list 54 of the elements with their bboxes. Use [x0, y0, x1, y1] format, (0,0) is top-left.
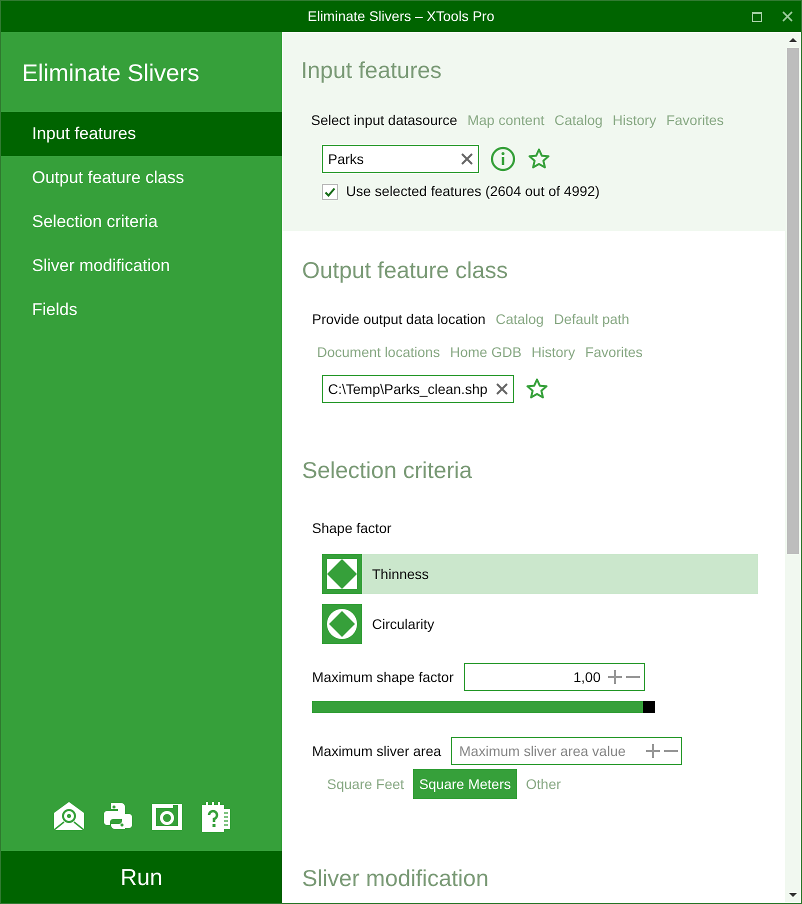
python-icon[interactable]	[102, 801, 132, 831]
star-icon[interactable]	[524, 377, 549, 401]
slider-thumb[interactable]	[643, 701, 655, 713]
clear-icon[interactable]	[461, 153, 473, 165]
sidebar-item[interactable]: Input features	[1, 112, 282, 156]
unit-option[interactable]: Other	[520, 769, 567, 799]
sidebar-item[interactable]: Selection criteria	[1, 200, 282, 244]
link[interactable]: Favorites	[580, 342, 648, 363]
link[interactable]: Favorites	[661, 110, 729, 131]
shape-option[interactable]: Circularity	[322, 604, 758, 644]
scrollbar[interactable]	[785, 32, 801, 903]
number-field[interactable]: 1,00	[464, 663, 645, 691]
field-label: Provide output data location	[312, 310, 487, 329]
section-heading: Input features	[301, 59, 443, 82]
email-icon[interactable]	[52, 801, 84, 831]
help-notebook-icon[interactable]	[200, 801, 230, 833]
link[interactable]: History	[526, 342, 580, 363]
checkbox[interactable]	[322, 184, 338, 200]
camera-icon[interactable]	[150, 801, 182, 831]
maximize-icon[interactable]	[752, 12, 762, 22]
sidebar-title: Eliminate Slivers	[21, 59, 200, 89]
run-button[interactable]: Run	[1, 851, 282, 903]
link[interactable]: Catalog	[549, 110, 608, 131]
info-icon[interactable]	[490, 146, 516, 172]
sidebar-item[interactable]: Sliver modification	[1, 244, 282, 288]
scroll-thumb[interactable]	[787, 48, 799, 554]
link[interactable]: History	[608, 110, 662, 131]
link[interactable]: Catalog	[490, 309, 549, 330]
link[interactable]: Document locations	[312, 342, 445, 363]
link[interactable]: Home GDB	[444, 342, 527, 363]
output-path-field[interactable]: C:\Temp\Parks_clean.shp	[322, 375, 514, 403]
sidebar-item[interactable]: Fields	[1, 288, 282, 332]
field-label: Shape factor	[311, 519, 392, 538]
sidebar-item[interactable]: Output feature class	[1, 156, 282, 200]
section-heading: Output feature class	[302, 259, 509, 282]
area-field[interactable]: Maximum sliver area value	[451, 737, 682, 765]
link[interactable]: Map content	[462, 110, 550, 131]
link[interactable]: Default path	[548, 309, 634, 330]
section-heading: Selection criteria	[302, 459, 474, 482]
star-icon[interactable]	[527, 147, 551, 171]
field-label: Maximum sliver area	[312, 742, 442, 760]
field-label: Select input datasource	[311, 111, 458, 130]
unit-option[interactable]: Square Meters	[413, 769, 517, 799]
section-heading: Sliver modification	[302, 867, 490, 890]
checkbox-label: Use selected features (2604 out of 4992)	[346, 182, 600, 201]
input-field[interactable]: Parks	[322, 145, 479, 173]
plus-icon[interactable]	[646, 744, 660, 758]
field-label: Maximum shape factor	[312, 668, 454, 687]
unit-option[interactable]: Square Feet	[321, 769, 410, 799]
close-icon[interactable]	[782, 11, 793, 22]
plus-icon[interactable]	[608, 670, 622, 684]
window-title: Eliminate Slivers – XTools Pro	[308, 7, 494, 26]
clear-icon[interactable]	[496, 383, 508, 395]
shape-option[interactable]: Thinness	[322, 554, 758, 594]
